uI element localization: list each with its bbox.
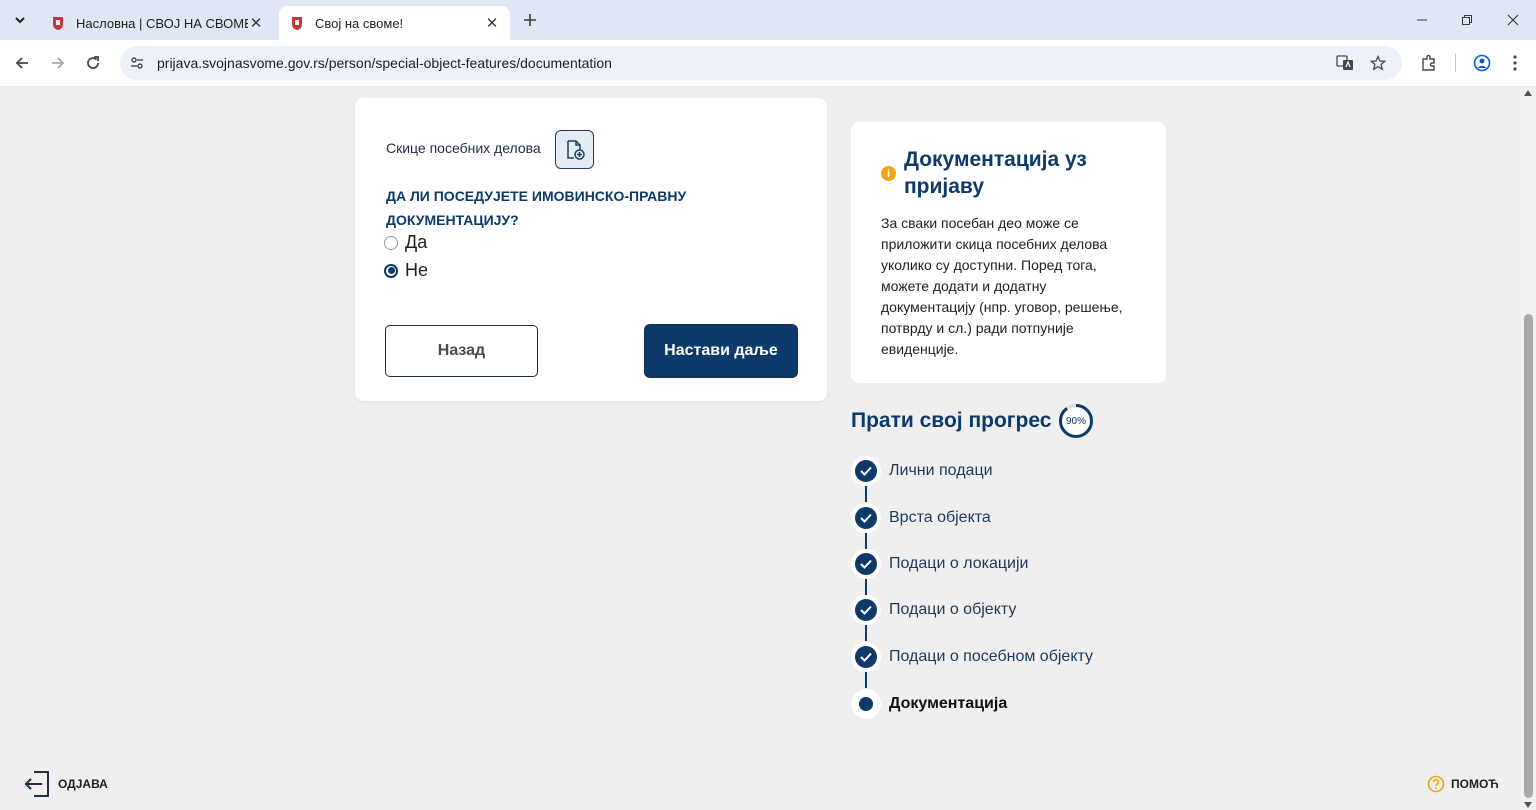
window-close-button[interactable] bbox=[1499, 8, 1527, 32]
step-marker bbox=[851, 456, 881, 486]
plus-icon bbox=[524, 14, 536, 26]
browser-tab-strip: Насловна | СВОЈ НА СВОМЕ ✕ Свој на своме… bbox=[0, 0, 1536, 40]
close-icon[interactable]: ✕ bbox=[484, 15, 500, 32]
scroll-up-arrow-icon[interactable] bbox=[1524, 90, 1532, 96]
progress-step[interactable]: Подаци о објекту bbox=[851, 595, 1016, 625]
progress-step[interactable]: Подаци о локацији bbox=[851, 549, 1028, 579]
toolbar-separator bbox=[1455, 54, 1456, 72]
progress-step-current[interactable]: Документација bbox=[851, 689, 1007, 719]
step-marker bbox=[851, 595, 881, 625]
reload-button[interactable] bbox=[80, 50, 106, 76]
tab-current[interactable]: Свој на своме! ✕ bbox=[279, 6, 510, 40]
close-icon bbox=[1507, 14, 1519, 26]
step-label: Документација bbox=[889, 695, 1008, 712]
arrow-left-icon bbox=[15, 57, 28, 69]
site-info-icon[interactable] bbox=[128, 54, 146, 72]
logout-button[interactable]: ОДЈАВА bbox=[22, 769, 108, 799]
radio-label: Да bbox=[405, 232, 428, 252]
scroll-down-arrow-icon[interactable] bbox=[1524, 802, 1532, 808]
restore-icon bbox=[1462, 15, 1472, 25]
progress-ring: 90% bbox=[1058, 403, 1094, 439]
extensions-icon[interactable] bbox=[1418, 52, 1440, 74]
file-add-icon bbox=[566, 139, 585, 160]
documentation-question: ДА ЛИ ПОСЕДУЈЕТЕ ИМОВИНСКО-ПРАВНУ ДОКУМЕ… bbox=[386, 188, 687, 228]
logout-label: ОДЈАВА bbox=[58, 777, 108, 791]
progress-steps: Лични подаци Врста објекта Подаци о лока… bbox=[851, 456, 1151, 721]
step-label: Подаци о локацији bbox=[889, 555, 1029, 572]
info-title: Документација уз пријаву bbox=[904, 148, 1087, 198]
restore-button[interactable] bbox=[1453, 8, 1481, 32]
reload-icon bbox=[87, 56, 99, 69]
step-marker bbox=[851, 549, 881, 579]
radio-button[interactable] bbox=[384, 235, 398, 250]
progress-percent: 90% bbox=[1065, 415, 1086, 427]
check-icon bbox=[860, 466, 872, 476]
url-text: prijava.svojnasvome.gov.rs/person/specia… bbox=[157, 55, 612, 71]
step-connector bbox=[865, 532, 867, 549]
new-tab-button[interactable] bbox=[518, 8, 542, 32]
check-icon bbox=[860, 559, 872, 569]
step-label: Лични подаци bbox=[889, 462, 993, 479]
step-label: Врста објекта bbox=[889, 509, 991, 526]
check-icon bbox=[860, 652, 872, 662]
sketch-upload-label: Скице посебних делова bbox=[386, 140, 541, 156]
serbian-coat-of-arms-icon bbox=[289, 15, 305, 31]
progress-step[interactable]: Лични подаци bbox=[851, 456, 993, 486]
radio-option-yes[interactable]: Да bbox=[384, 232, 427, 253]
radio-button[interactable] bbox=[384, 263, 398, 278]
step-connector bbox=[865, 671, 867, 688]
step-marker bbox=[851, 642, 881, 672]
arrow-right-icon bbox=[52, 57, 65, 69]
back-button[interactable] bbox=[9, 50, 35, 76]
step-connector bbox=[865, 485, 867, 502]
info-text: За сваки посебан део може се приложити с… bbox=[881, 215, 1123, 357]
help-label: ПОМОЋ bbox=[1451, 777, 1499, 791]
help-icon bbox=[1427, 775, 1445, 793]
step-label: Подаци о посебном објекту bbox=[889, 648, 1093, 665]
check-icon bbox=[860, 513, 872, 523]
tab-title: Свој на своме! bbox=[315, 15, 404, 31]
radio-option-no[interactable]: Не bbox=[384, 260, 428, 281]
info-card: i Документација уз пријаву За сваки посе… bbox=[851, 122, 1166, 383]
translate-icon[interactable] bbox=[1336, 54, 1354, 72]
serbian-coat-of-arms-icon bbox=[50, 15, 66, 31]
tab-search-button[interactable] bbox=[6, 6, 34, 34]
address-bar[interactable]: prijava.svojnasvome.gov.rs/person/specia… bbox=[120, 46, 1402, 80]
continue-button[interactable]: Настави даље bbox=[645, 325, 797, 377]
kebab-menu-icon[interactable] bbox=[1504, 52, 1526, 74]
profile-icon[interactable] bbox=[1471, 52, 1493, 74]
page-scrollbar[interactable] bbox=[1521, 88, 1536, 810]
bookmark-star-icon[interactable] bbox=[1369, 54, 1387, 72]
step-connector bbox=[865, 578, 867, 595]
close-icon[interactable]: ✕ bbox=[248, 15, 264, 32]
minimize-button[interactable] bbox=[1408, 8, 1436, 32]
progress-step[interactable]: Подаци о посебном објекту bbox=[851, 642, 1093, 672]
step-marker bbox=[851, 689, 881, 719]
chevron-down-icon bbox=[15, 17, 25, 24]
tab-title: Насловна | СВОЈ НА СВОМЕ bbox=[76, 15, 248, 31]
step-label: Подаци о објекту bbox=[889, 601, 1017, 618]
tab-home[interactable]: Насловна | СВОЈ НА СВОМЕ ✕ bbox=[40, 6, 274, 40]
logout-icon bbox=[24, 771, 49, 797]
back-button[interactable]: Назад bbox=[385, 325, 538, 377]
help-button[interactable]: ПОМОЋ bbox=[1427, 775, 1499, 793]
browser-toolbar: prijava.svojnasvome.gov.rs/person/specia… bbox=[0, 40, 1536, 87]
progress-title: Прати свој прогрес bbox=[851, 409, 1052, 432]
documentation-form-card: Скице посебних делова ДА ЛИ ПОСЕДУЈЕТЕ И… bbox=[355, 98, 827, 401]
minimize-icon bbox=[1417, 19, 1427, 21]
sketch-upload-button[interactable] bbox=[555, 130, 594, 169]
info-icon: i bbox=[881, 166, 896, 181]
forward-button[interactable] bbox=[45, 50, 71, 76]
step-marker bbox=[851, 503, 881, 533]
radio-label: Не bbox=[405, 260, 429, 280]
scroll-thumb[interactable] bbox=[1524, 314, 1533, 798]
check-icon bbox=[860, 605, 872, 615]
step-connector bbox=[865, 624, 867, 641]
progress-step[interactable]: Врста објекта bbox=[851, 503, 991, 533]
